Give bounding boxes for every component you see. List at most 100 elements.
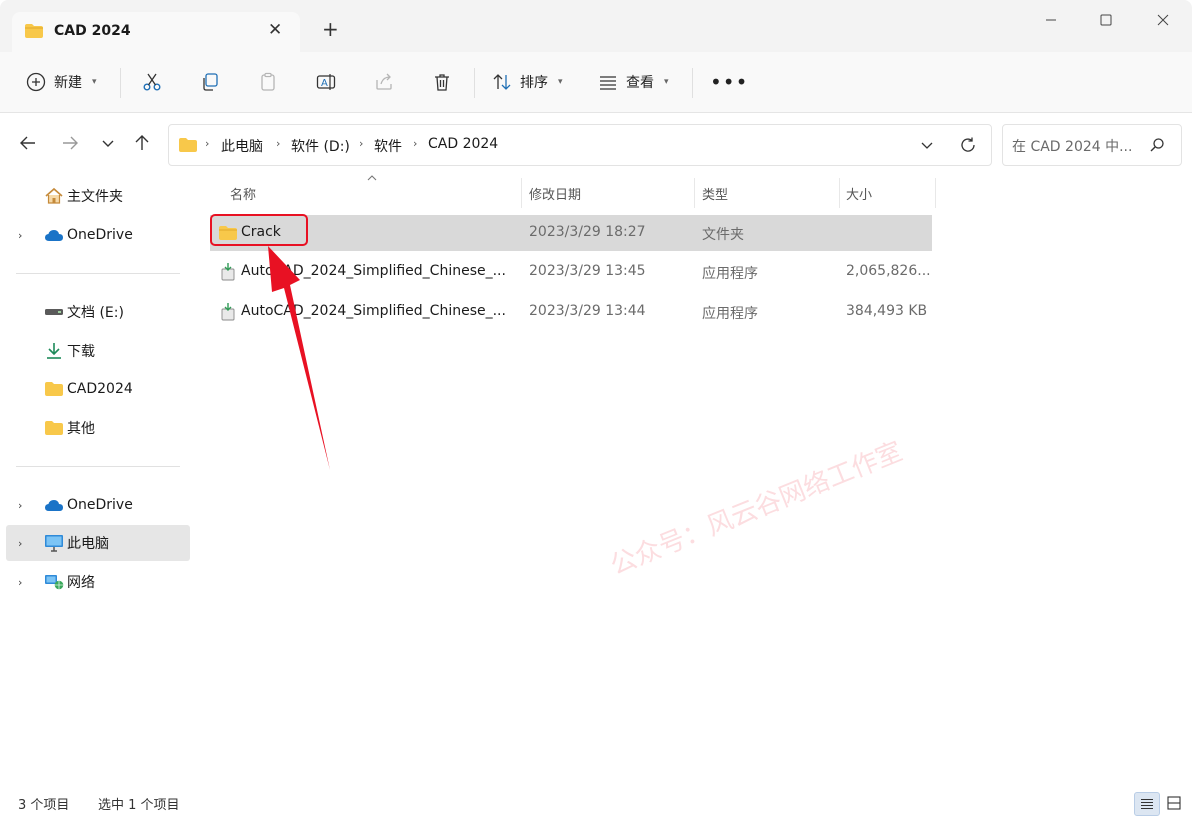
paste-button[interactable] <box>258 66 278 98</box>
folder-icon <box>25 24 43 38</box>
column-header-size[interactable]: 大小 <box>846 184 872 203</box>
sort-button[interactable]: 排序 ▾ <box>492 66 563 98</box>
selected-count: 选中 1 个项目 <box>98 798 180 813</box>
cloud-icon <box>44 226 64 244</box>
search-icon[interactable] <box>1149 137 1165 153</box>
sidebar-item-other[interactable]: 其他 <box>0 410 190 446</box>
sidebar-item-label: 文档 (E:) <box>67 305 124 321</box>
file-date: 2023/3/29 13:45 <box>529 263 646 279</box>
sidebar-item-label: OneDrive <box>67 227 133 243</box>
command-bar: 新建 ▾ A 排序 ▾ 查看 ▾ ••• <box>0 52 1192 113</box>
watermark-text: 公众号：风云谷网络工作室 <box>606 436 907 582</box>
recent-locations-icon[interactable] <box>98 133 118 153</box>
file-type: 文件夹 <box>702 227 744 243</box>
copy-icon <box>203 73 218 91</box>
clipboard-icon <box>261 72 275 91</box>
view-label: 查看 <box>626 75 654 91</box>
new-tab-button[interactable]: + <box>322 19 339 39</box>
sidebar-item-this-pc[interactable]: › 此电脑 <box>6 525 190 561</box>
up-icon[interactable] <box>132 133 152 153</box>
tab-cad-2024[interactable]: CAD 2024 ✕ <box>12 12 300 52</box>
close-icon <box>1157 14 1169 26</box>
breadcrumb-drive-d[interactable]: 软件 (D:) <box>291 136 350 156</box>
folder-icon <box>44 380 64 398</box>
maximize-icon <box>1100 14 1112 26</box>
tiles-view-button[interactable] <box>1162 792 1186 814</box>
download-icon <box>44 342 64 360</box>
sidebar-item-label: CAD2024 <box>67 381 133 397</box>
tab-close-icon[interactable]: ✕ <box>268 20 282 40</box>
view-button[interactable]: 查看 ▾ <box>598 66 669 98</box>
expand-chevron-icon[interactable]: › <box>18 576 22 589</box>
sidebar-item-network[interactable]: › 网络 <box>0 564 190 600</box>
sidebar-item-label: 主文件夹 <box>67 189 123 205</box>
minimize-button[interactable] <box>1022 0 1080 40</box>
sidebar-item-onedrive-2[interactable]: › OneDrive <box>0 487 190 523</box>
column-header-type[interactable]: 类型 <box>702 184 728 203</box>
sidebar-item-label: OneDrive <box>67 497 133 513</box>
refresh-icon[interactable] <box>959 136 977 154</box>
drive-icon <box>44 303 64 321</box>
column-divider[interactable] <box>521 178 522 208</box>
cloud-icon <box>44 496 64 514</box>
forward-icon[interactable] <box>60 133 80 153</box>
breadcrumb-cad-2024[interactable]: CAD 2024 <box>428 136 498 152</box>
share-button[interactable] <box>374 66 394 98</box>
back-icon[interactable] <box>18 133 38 153</box>
sidebar-item-home[interactable]: 主文件夹 <box>0 178 190 214</box>
expand-chevron-icon[interactable]: › <box>18 229 22 242</box>
chevron-right-icon: › <box>359 137 364 150</box>
network-icon <box>44 573 64 591</box>
toolbar-divider <box>692 68 693 98</box>
toolbar-divider <box>474 68 475 98</box>
sidebar-item-documents-e[interactable]: 文档 (E:) <box>0 294 190 330</box>
tiles-view-icon <box>1167 796 1181 810</box>
rename-icon: A <box>316 74 336 90</box>
sidebar-item-downloads[interactable]: 下载 <box>0 333 190 369</box>
more-options-button[interactable]: ••• <box>710 66 748 98</box>
breadcrumb-this-pc[interactable]: 此电脑 <box>221 136 263 156</box>
tab-title: CAD 2024 <box>54 23 131 39</box>
new-label: 新建 <box>54 75 82 91</box>
search-box[interactable]: 在 CAD 2024 中... <box>1002 124 1182 166</box>
chevron-down-icon[interactable] <box>919 137 935 153</box>
home-icon <box>44 187 64 205</box>
column-header-date[interactable]: 修改日期 <box>529 184 581 203</box>
details-view-button[interactable] <box>1134 792 1160 816</box>
chevron-down-icon: ▾ <box>92 77 97 87</box>
copy-button[interactable] <box>200 66 220 98</box>
expand-chevron-icon[interactable]: › <box>18 499 22 512</box>
sidebar-divider <box>16 466 180 467</box>
more-icon: ••• <box>710 70 749 94</box>
sort-ascending-icon <box>367 175 377 181</box>
file-type: 应用程序 <box>702 306 758 322</box>
sidebar-item-onedrive[interactable]: › OneDrive <box>0 217 190 253</box>
sidebar-item-label: 下载 <box>67 344 95 360</box>
search-placeholder: 在 CAD 2024 中... <box>1012 139 1133 155</box>
share-icon <box>376 73 392 90</box>
column-divider[interactable] <box>694 178 695 208</box>
minimize-icon <box>1046 19 1056 21</box>
address-bar[interactable]: › 此电脑 › 软件 (D:) › 软件 › CAD 2024 <box>168 124 992 166</box>
folder-icon <box>179 138 197 152</box>
breadcrumb-software[interactable]: 软件 <box>374 136 402 156</box>
cut-button[interactable] <box>142 66 162 98</box>
chevron-right-icon: › <box>205 137 210 150</box>
new-button[interactable]: 新建 ▾ <box>26 66 97 98</box>
column-divider[interactable] <box>935 178 936 208</box>
trash-icon <box>435 74 449 91</box>
expand-chevron-icon[interactable]: › <box>18 537 22 550</box>
chevron-down-icon: ▾ <box>664 77 669 87</box>
column-divider[interactable] <box>839 178 840 208</box>
file-size: 2,065,826... <box>846 263 931 279</box>
chevron-down-icon: ▾ <box>558 77 563 87</box>
installer-icon <box>221 303 235 321</box>
column-header-name[interactable]: 名称 <box>230 184 256 203</box>
close-button[interactable] <box>1134 0 1192 40</box>
delete-button[interactable] <box>432 66 452 98</box>
maximize-button[interactable] <box>1077 0 1135 40</box>
rename-button[interactable]: A <box>316 66 336 98</box>
sidebar-item-cad2024[interactable]: CAD2024 <box>0 371 190 407</box>
item-count: 3 个项目 <box>18 798 70 813</box>
sidebar-item-label: 网络 <box>67 575 95 591</box>
